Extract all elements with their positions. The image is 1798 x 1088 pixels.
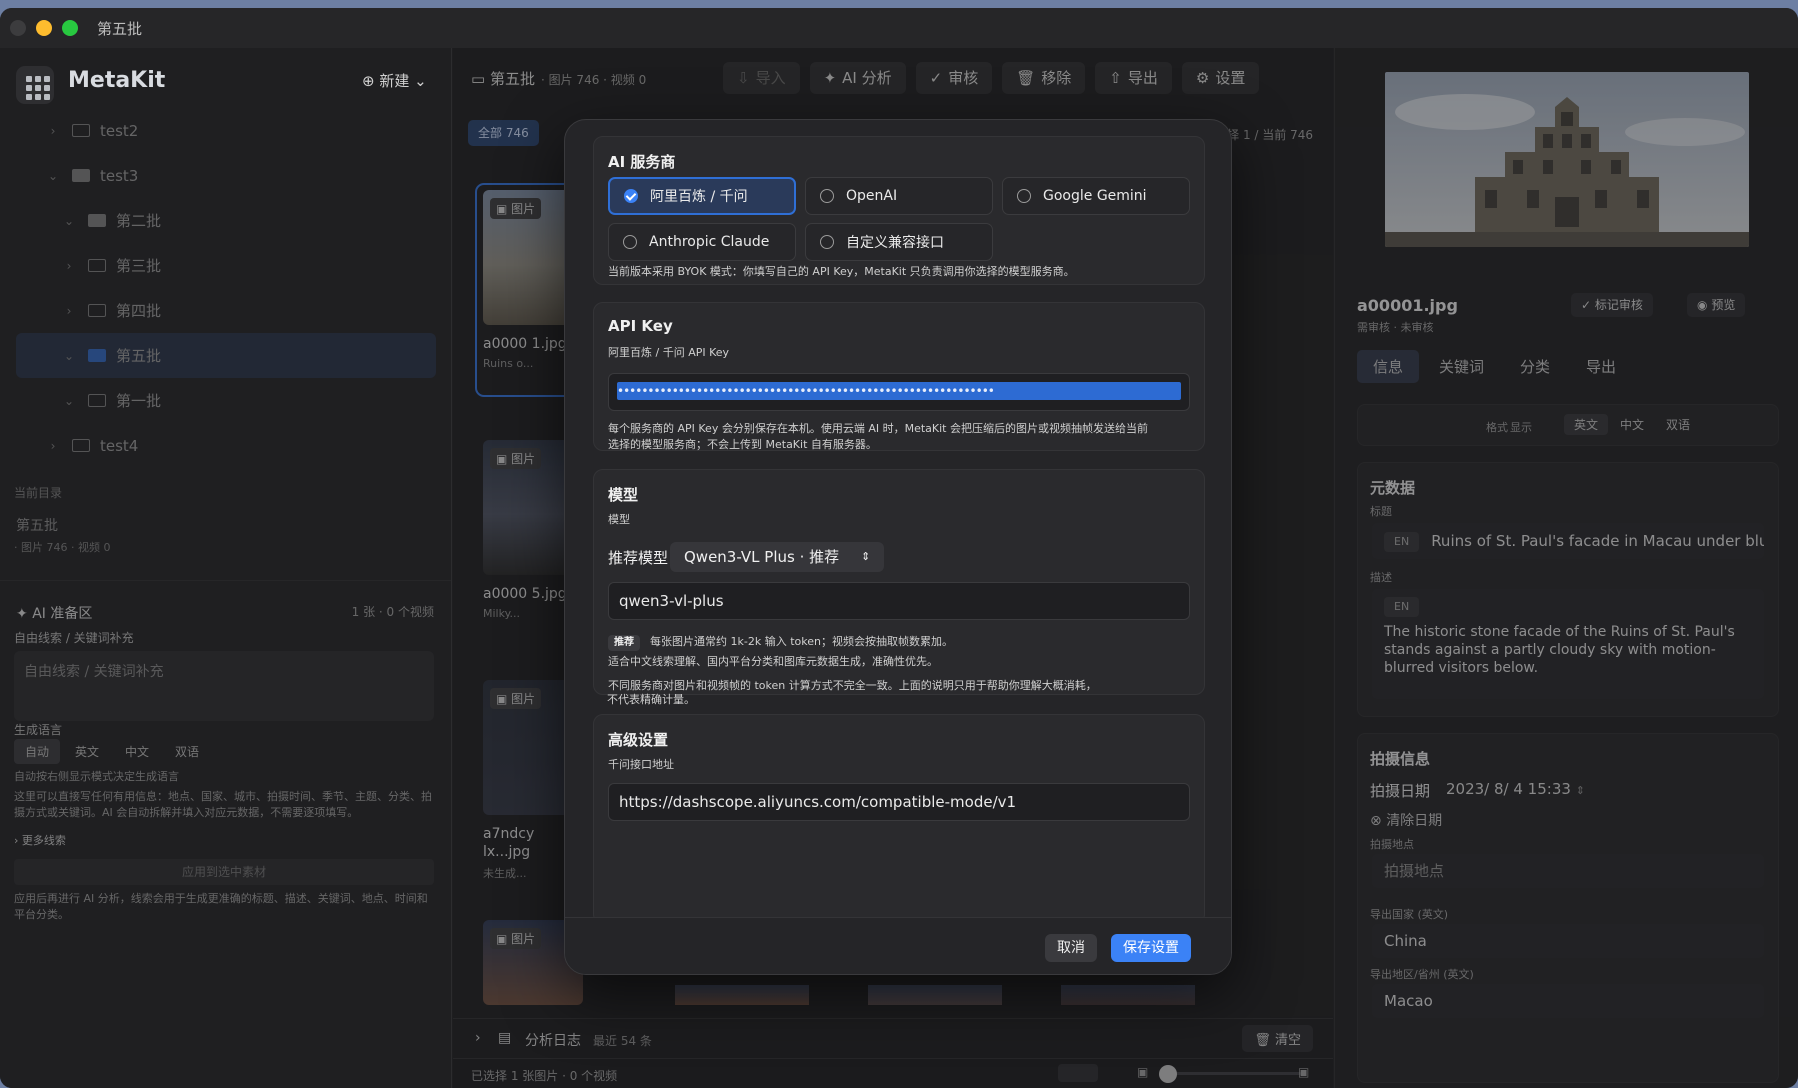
- model-section: 模型 模型 推荐模型 Qwen3-VL Plus · 推荐 ⇕ qwen3-vl-…: [593, 469, 1205, 695]
- provider-title: AI 服务商: [608, 153, 676, 171]
- apikey-value: ••••••••••••••••••••••••••••••••••••••••…: [617, 382, 1181, 400]
- apikey-title: API Key: [608, 317, 673, 335]
- model-tip-2: 适合中文线索理解、国内平台分类和图库元数据生成，准确性优先。: [608, 655, 938, 668]
- apikey-note-1: 每个服务商的 API Key 会分别保存在本机。使用云端 AI 时，MetaKi…: [608, 422, 1148, 435]
- dialog-footer: 取消 保存设置: [565, 917, 1231, 974]
- model-tip-4: 不代表精确计量。: [607, 693, 695, 706]
- provider-option-label: Google Gemini: [1043, 188, 1147, 204]
- recommend-tag: 推荐: [608, 635, 640, 651]
- provider-section: AI 服务商 阿里百炼 / 千问 OpenAI Google Gemini An…: [593, 136, 1205, 285]
- settings-dialog: AI 服务商 阿里百炼 / 千问 OpenAI Google Gemini An…: [564, 119, 1232, 975]
- provider-option-gemini[interactable]: Google Gemini: [1002, 177, 1190, 215]
- radio-icon: [820, 235, 834, 249]
- model-tip-1: 推荐 每张图片通常约 1k-2k 输入 token；视频会按抽取帧数累加。: [608, 634, 953, 651]
- model-title: 模型: [608, 486, 639, 504]
- apikey-note-2: 选择的模型服务商；不会上传到 MetaKit 自有服务器。: [608, 438, 877, 451]
- endpoint-input[interactable]: https://dashscope.aliyuncs.com/compatibl…: [608, 783, 1190, 821]
- provider-option-openai[interactable]: OpenAI: [805, 177, 993, 215]
- save-settings-button[interactable]: 保存设置: [1111, 934, 1191, 962]
- recommend-model-select[interactable]: Qwen3-VL Plus · 推荐 ⇕: [670, 542, 885, 572]
- updown-chevron-icon: ⇕: [861, 550, 871, 563]
- provider-option-custom[interactable]: 自定义兼容接口: [805, 223, 993, 261]
- provider-option-label: 阿里百炼 / 千问: [650, 189, 748, 205]
- dialog-scroll-area[interactable]: AI 服务商 阿里百炼 / 千问 OpenAI Google Gemini An…: [565, 120, 1231, 917]
- app-window: 第五批 MetaKit ⊕ 新建 ⌄ › test2 ⌄ test3 ⌄ 第二批 › 第…: [0, 8, 1798, 1088]
- radio-checked-icon: [624, 189, 638, 203]
- apikey-input[interactable]: ••••••••••••••••••••••••••••••••••••••••…: [608, 373, 1190, 411]
- model-label: 模型: [608, 513, 630, 526]
- cancel-button[interactable]: 取消: [1045, 934, 1097, 962]
- radio-icon: [623, 235, 637, 249]
- model-tip-1-text: 每张图片通常约 1k-2k 输入 token；视频会按抽取帧数累加。: [650, 635, 953, 648]
- advanced-section: 高级设置 千问接口地址 https://dashscope.aliyuncs.c…: [593, 714, 1205, 917]
- apikey-section: API Key 阿里百炼 / 千问 API Key ••••••••••••••…: [593, 302, 1205, 451]
- endpoint-label: 千问接口地址: [608, 758, 674, 771]
- provider-option-label: 自定义兼容接口: [846, 235, 944, 251]
- recommend-value: Qwen3-VL Plus · 推荐: [684, 548, 840, 566]
- advanced-title: 高级设置: [608, 731, 669, 749]
- radio-icon: [820, 189, 834, 203]
- provider-option-qwen[interactable]: 阿里百炼 / 千问: [608, 177, 796, 215]
- provider-option-label: Anthropic Claude: [649, 234, 770, 250]
- apikey-label: 阿里百炼 / 千问 API Key: [608, 346, 730, 359]
- recommend-label: 推荐模型: [608, 549, 669, 567]
- model-input[interactable]: qwen3-vl-plus: [608, 582, 1190, 620]
- provider-note: 当前版本采用 BYOK 模式：你填写自己的 API Key，MetaKit 只负…: [608, 265, 1075, 278]
- radio-icon: [1017, 189, 1031, 203]
- provider-option-claude[interactable]: Anthropic Claude: [608, 223, 796, 261]
- provider-option-label: OpenAI: [846, 188, 898, 204]
